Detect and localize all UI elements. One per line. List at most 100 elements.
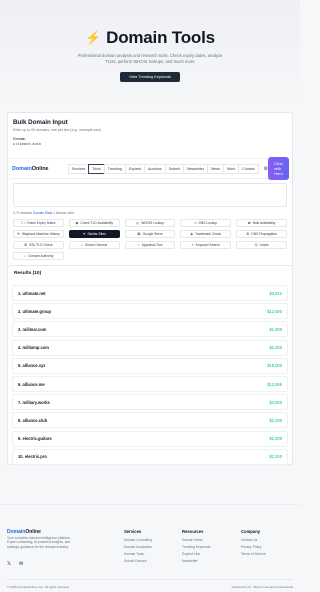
result-domain: 5. alliance.xyz [18,363,46,369]
tool-grid: ☐ Check Expiry Dates ◉ Check TLD Availabili… [13,219,287,260]
site-footer: DomainOnline Your complete domain intell… [0,504,300,592]
page-title-text: Domain Tools [106,28,215,47]
copyright: © 2025 DomainOnline.com. All rights rese… [7,585,70,589]
tool-button[interactable]: ▤ Google Serve [124,230,176,238]
result-row[interactable]: 4. militamp.com $2,200 [12,339,288,356]
nav-item-auctions[interactable]: Auctions [143,163,166,174]
nav-item-trending[interactable]: Trending [103,163,126,174]
nav-item-news[interactable]: News [206,163,224,174]
result-domain: 10. electric.pro [18,454,47,460]
footer-link[interactable]: Terms of Service [241,552,266,556]
footer-link[interactable]: Expired Hub [182,552,210,556]
footer-brand[interactable]: DomainOnline [7,529,41,535]
tool-button[interactable]: ◎ WHOIS Lookup [124,219,176,227]
tool-button[interactable]: ◈ Trademark Check [180,230,232,238]
tool-button[interactable]: ☆ Domain Authority [13,252,64,260]
result-price: $2,200 [269,454,282,460]
domain-input[interactable]: ultimate.auto [13,143,292,147]
result-row[interactable]: 7. military.works $4,500 [12,394,288,411]
tool-button[interactable]: ◉ Check TLD Availability [68,219,120,227]
view-trending-button[interactable]: View Trending Keywords [120,71,180,82]
nav-item-services[interactable]: Services [67,163,90,174]
nav-item-submit[interactable]: Submit [164,163,184,174]
social-links: 𝕏 ✉ [7,561,23,567]
nav-item-tools[interactable]: Tools [88,163,105,174]
brand-part-a: Domain [12,165,32,172]
footer-col-services: Services Domain Consulting Domain Acquis… [124,529,152,566]
nav-item-expired[interactable]: Expired [124,163,145,174]
footer-link[interactable]: Domain Tools [124,552,152,556]
tool-label: WHOIS Lookup [141,221,164,225]
result-row[interactable]: 9. electric.guitars $2,200 [12,430,288,447]
tool-icon: ◈ [190,232,194,236]
nav-item-work[interactable]: Work [222,163,240,174]
bulk-title: Bulk Domain Input [13,119,68,126]
domains-textarea[interactable] [13,183,287,207]
result-price: $3,822 [269,290,282,296]
result-price: $18,000 [267,363,282,369]
footer-link[interactable]: Newsletter [182,559,210,563]
footer-link[interactable]: Contact Us [241,538,266,542]
result-price: $2,200 [269,417,282,423]
result-row[interactable]: 10. electric.pro $2,200 [12,448,288,465]
nav-item-newsletter[interactable]: Newsletter [182,163,208,174]
result-row[interactable]: 3. militear.com $1,000 [12,321,288,338]
tool-button[interactable]: ☐ Check Expiry Dates [13,219,64,227]
tool-button[interactable]: ⇄ Bulk Availability [236,219,287,227]
tool-icon: ✦ [82,232,86,236]
chat-button[interactable]: Chat with Hero [268,157,289,180]
tool-label: SSL/TLS Check [29,243,53,247]
tool-icon: ⌖ [191,243,194,247]
result-row[interactable]: 2. ultimate.group $12,580 [12,303,288,320]
result-domain: 6. alliance.me [18,381,45,387]
result-row[interactable]: 8. alliance.club $2,200 [12,412,288,429]
tool-icon: ▤ [137,232,141,236]
footer-link[interactable]: Domain News [182,538,210,542]
footer-link[interactable]: Privacy Policy [241,545,266,549]
tool-icon: ⌕ [81,243,83,247]
footer-col-company: Company Contact Us Privacy Policy Terms … [241,529,266,559]
footer-link[interactable]: Trending Keywords [182,545,210,549]
domain-stats-link[interactable]: Domain Stats [33,211,52,215]
result-price: $12,580 [267,308,282,314]
result-price: $2,200 [269,345,282,351]
message-icon[interactable]: ✉ [19,561,23,567]
tool-icon: ⇄ [247,221,251,225]
results-card: Results (10) 1. ultimate.net $3,822 2. ult… [7,265,293,465]
page-title: ⚡ Domain Tools [0,28,300,48]
tool-icon: ⊞ [24,243,28,247]
nav-item-contact[interactable]: Contact [238,163,259,174]
tool-button[interactable]: ⌁ Appraisal Tool [124,241,176,249]
nav-items: Services Tools Trending Expired Auctions Subm… [67,163,259,174]
result-row[interactable]: 6. alliance.me $13,089 [12,376,288,392]
tool-button[interactable]: ≡ DNS Lookup [180,219,232,227]
footer-link[interactable]: Submit Domain [124,559,152,563]
tool-button[interactable]: ⌕ Search Volume [68,241,120,249]
x-icon[interactable]: 𝕏 [7,561,11,567]
hero-section: ⚡ Domain Tools Professional domain analy… [0,0,300,105]
tool-label: Leads [259,243,269,247]
result-price: $2,200 [269,436,282,442]
footer-link[interactable]: Domain Acquisition [124,545,152,549]
tool-button[interactable]: ✦ Similar Sites [68,230,120,238]
tool-button[interactable]: ⊞ SSL/TLS Check [13,241,64,249]
tool-label: Wayback Machine History [21,232,60,236]
tool-button[interactable]: ⌖ Keyword Search [180,241,232,249]
tool-button[interactable]: ⟲ Wayback Machine History [13,230,64,238]
result-row[interactable]: 1. ultimate.net $3,822 [12,285,288,301]
result-price: $4,500 [269,399,282,405]
result-domain: 1. ultimate.net [18,290,46,296]
tool-icon: ◎ [136,221,140,225]
domain-label: Domain [13,137,26,141]
footer-link[interactable]: Domain Consulting [124,538,152,542]
tool-button[interactable]: ⚙ DNS Propagation [236,230,287,238]
tool-label: Check Expiry Dates [26,221,56,225]
powered-by: Powered by AI · Built for domain profess… [231,585,293,589]
tool-button[interactable]: ⌬ Leads [236,241,287,249]
input-meta: 0 / 5 domains Domain Stats 1 domain vali… [13,211,74,215]
result-row[interactable]: 5. alliance.xyz $18,000 [12,357,288,374]
tool-icon: ☐ [21,221,25,225]
nav-brand[interactable]: DomainOnline [12,166,49,172]
tool-icon: ≡ [194,221,197,225]
result-domain: 9. electric.guitars [18,436,52,442]
